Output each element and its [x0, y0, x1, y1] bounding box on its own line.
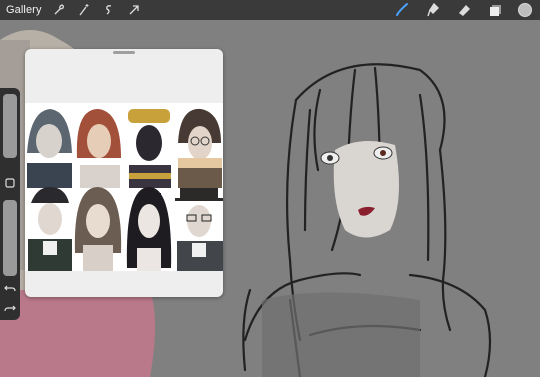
selection-icon[interactable]: [101, 2, 117, 18]
window-grabber[interactable]: [113, 51, 135, 54]
gallery-button[interactable]: Gallery: [6, 4, 42, 16]
layers-icon[interactable]: [487, 2, 503, 18]
portrait-7: [126, 187, 172, 271]
brush-size-slider[interactable]: [3, 94, 17, 158]
transform-arrow-icon[interactable]: [126, 2, 142, 18]
smudge-icon[interactable]: [425, 2, 441, 18]
reference-image: [25, 103, 223, 271]
redo-icon[interactable]: [2, 302, 18, 316]
modify-square-icon[interactable]: [2, 176, 18, 190]
portrait-3: [128, 109, 171, 188]
brush-icon[interactable]: [394, 2, 410, 18]
portrait-5: [28, 187, 72, 271]
portrait-1: [27, 109, 72, 188]
portrait-2: [76, 109, 121, 188]
top-toolbar: Gallery: [0, 0, 540, 20]
magic-wand-icon[interactable]: [76, 2, 92, 18]
portrait-8: [175, 188, 223, 271]
wrench-icon[interactable]: [51, 2, 67, 18]
portrait-4: [178, 108, 222, 188]
brush-opacity-slider[interactable]: [3, 200, 17, 276]
portrait-6: [74, 187, 122, 271]
color-swatch[interactable]: [518, 3, 532, 17]
eraser-icon[interactable]: [456, 2, 472, 18]
reference-window[interactable]: [25, 49, 223, 297]
undo-icon[interactable]: [2, 282, 18, 296]
left-sidebar: [0, 88, 20, 320]
